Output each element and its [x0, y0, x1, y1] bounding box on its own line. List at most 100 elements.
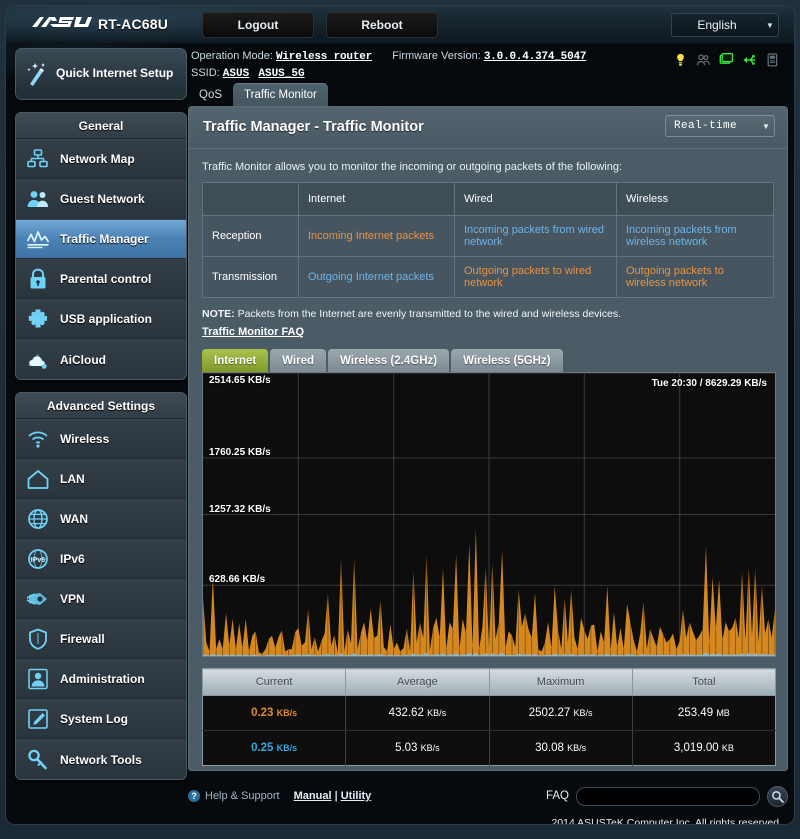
- cloud-icon: [16, 350, 60, 370]
- usb-icon[interactable]: [742, 52, 757, 68]
- quick-internet-setup-button[interactable]: Quick Internet Setup: [15, 48, 187, 100]
- status-icon-group: [673, 52, 780, 68]
- faq-search-input[interactable]: [576, 786, 760, 806]
- sidebar-general-section: General Network Map Guest Network Traffi…: [15, 112, 187, 380]
- stats-cell-average-rx: 432.62 KB/s: [345, 695, 490, 731]
- stats-col-maximum: Maximum: [489, 668, 633, 696]
- stats-col-average: Average: [345, 668, 490, 696]
- matrix-cell: Outgoing Internet packets: [298, 256, 455, 298]
- printer-icon[interactable]: [765, 52, 780, 68]
- table-row: 0.23 KB/s 432.62 KB/s 2502.27 KB/s 253.4…: [202, 695, 776, 731]
- ssid-line: SSID: ASUS ASUS_5G: [191, 67, 305, 80]
- matrix-header-row: Internet Wired Wireless: [202, 182, 774, 216]
- table-row: Reception Incoming Internet packets Inco…: [202, 215, 774, 257]
- stats-cell-maximum-tx: 30.08 KB/s: [489, 730, 633, 766]
- stats-col-current: Current: [202, 668, 347, 696]
- pencil-note-icon: [16, 708, 60, 730]
- sidebar-item-label: Firewall: [60, 632, 105, 646]
- lightbulb-icon[interactable]: [673, 52, 688, 68]
- sidebar-item-label: Wireless: [60, 432, 110, 446]
- ssid-2g-link[interactable]: ASUS: [223, 68, 249, 80]
- traffic-monitor-faq-link[interactable]: Traffic Monitor FAQ: [202, 326, 304, 338]
- chart-tab-wireless-5[interactable]: Wireless (5GHz): [451, 349, 563, 372]
- traffic-type-matrix: Internet Wired Wireless Reception Incomi…: [202, 182, 774, 298]
- matrix-row-label-transmission: Transmission: [202, 256, 299, 298]
- sidebar-item-ipv6[interactable]: IPv6 IPv6: [16, 539, 186, 579]
- language-select[interactable]: English ▼: [671, 13, 779, 37]
- users-icon[interactable]: [696, 52, 711, 68]
- sidebar-item-aicloud[interactable]: AiCloud: [16, 339, 186, 379]
- tab-qos[interactable]: QoS: [188, 83, 233, 107]
- stats-value: 2502.27: [528, 707, 571, 719]
- globe-icon: [16, 508, 60, 530]
- home-icon: [16, 469, 60, 490]
- sidebar-item-wan[interactable]: WAN: [16, 499, 186, 539]
- reboot-button[interactable]: Reboot: [326, 12, 438, 38]
- utility-link[interactable]: Utility: [341, 790, 372, 802]
- chart-y-tick-label: 1257.32 KB/s: [209, 503, 271, 515]
- operation-mode-line: Operation Mode: Wireless router Firmware…: [191, 50, 586, 63]
- sidebar-item-parental-control[interactable]: Parental control: [16, 259, 186, 299]
- manual-link[interactable]: Manual: [294, 790, 332, 802]
- logout-button[interactable]: Logout: [202, 12, 314, 38]
- sidebar-item-traffic-manager[interactable]: Traffic Manager: [16, 219, 186, 259]
- quick-internet-setup-label: Quick Internet Setup: [56, 66, 174, 81]
- ipv6-globe-icon: IPv6: [16, 548, 60, 570]
- stats-value: 3,019.00: [673, 742, 719, 754]
- sidebar-item-administration[interactable]: Administration: [16, 659, 186, 699]
- ssid-5g-link[interactable]: ASUS_5G: [258, 68, 304, 80]
- stats-value: 0.25: [251, 742, 274, 754]
- monitor-icon[interactable]: [719, 52, 734, 68]
- firmware-value[interactable]: 3.0.0.4.374_5047: [484, 51, 587, 63]
- sidebar-item-wireless[interactable]: Wireless: [16, 419, 186, 459]
- sidebar-item-system-log[interactable]: System Log: [16, 699, 186, 739]
- sidebar-item-lan[interactable]: LAN: [16, 459, 186, 499]
- sidebar-item-label: Traffic Manager: [60, 232, 149, 246]
- matrix-cell: Incoming packets from wireless network: [616, 215, 774, 257]
- sidebar-item-firewall[interactable]: Firewall: [16, 619, 186, 659]
- chart-tab-internet[interactable]: Internet: [202, 349, 269, 372]
- faq-search-group: FAQ: [545, 785, 788, 807]
- vpn-icon: [16, 589, 60, 609]
- footer-bar: ? Help & Support Manual | Utility FAQ: [188, 785, 788, 807]
- matrix-cell: Incoming packets from wired network: [454, 215, 617, 257]
- chart-y-tick-label: 2514.65 KB/s: [209, 375, 271, 386]
- sidebar-item-label: Parental control: [60, 272, 152, 286]
- question-mark-icon: ?: [188, 790, 200, 802]
- sidebar-item-usb-application[interactable]: USB application: [16, 299, 186, 339]
- stats-unit: KB: [721, 743, 734, 753]
- stats-value: 30.08: [535, 742, 564, 754]
- chart-tab-wired[interactable]: Wired: [270, 349, 327, 372]
- monitor-mode-select[interactable]: Real-time ▼: [665, 115, 775, 137]
- stats-unit: KB/s: [420, 743, 440, 753]
- sidebar-item-network-map[interactable]: Network Map: [16, 139, 186, 179]
- firmware-label: Firmware Version:: [392, 50, 481, 62]
- stats-unit: KB/s: [276, 743, 298, 753]
- chevron-down-icon: ▼: [766, 20, 774, 30]
- guest-network-icon: [16, 189, 60, 209]
- stats-unit: KB/s: [276, 708, 298, 718]
- wifi-icon: [16, 429, 60, 449]
- main-content-panel: Traffic Manager - Traffic Monitor Real-t…: [188, 106, 788, 771]
- sidebar-item-network-tools[interactable]: Network Tools: [16, 739, 186, 779]
- matrix-col-blank: [202, 182, 299, 216]
- sidebar-item-label: Administration: [60, 672, 145, 686]
- traffic-chart-canvas: [203, 373, 775, 656]
- help-and-support-link[interactable]: ? Help & Support: [188, 790, 280, 802]
- person-icon: [16, 668, 60, 690]
- sidebar-item-vpn[interactable]: VPN: [16, 579, 186, 619]
- tab-traffic-monitor[interactable]: Traffic Monitor: [233, 83, 328, 107]
- chevron-down-icon: ▼: [762, 121, 770, 131]
- chart-tab-wireless-24[interactable]: Wireless (2.4GHz): [328, 349, 450, 372]
- page-tab-bar: QoS Traffic Monitor: [188, 82, 328, 107]
- sidebar-item-label: VPN: [60, 592, 85, 606]
- faq-label: FAQ: [545, 790, 569, 802]
- sidebar-item-guest-network[interactable]: Guest Network: [16, 179, 186, 219]
- operation-mode-value[interactable]: Wireless router: [276, 51, 372, 63]
- sidebar-item-label: Network Map: [60, 152, 135, 166]
- search-icon[interactable]: [767, 785, 788, 807]
- wrench-icon: [16, 749, 60, 771]
- stats-unit: KB/s: [573, 708, 593, 718]
- router-model: RT-AC68U: [98, 16, 169, 32]
- asus-logo-icon: [32, 17, 92, 27]
